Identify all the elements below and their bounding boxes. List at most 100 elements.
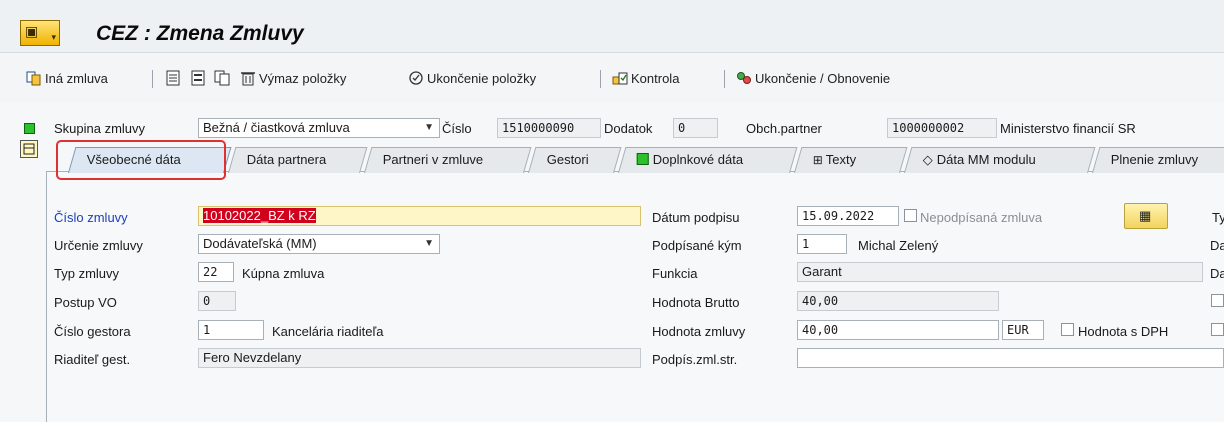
toolbar-separator (152, 70, 153, 88)
tab-label: Plnenie zmluvy (1110, 152, 1199, 167)
other-contract-button[interactable]: Iná zmluva (26, 68, 108, 88)
value-label: Hodnota zmluvy (652, 324, 746, 339)
switch-document-icon (26, 70, 42, 86)
tab-label: Doplnkové dáta (652, 152, 744, 167)
partner-id-field[interactable]: 1000000002 (887, 118, 997, 138)
tab-gestors[interactable]: Gestori (528, 147, 622, 173)
copy-item-button[interactable] (214, 68, 233, 88)
partner-name: Ministerstvo financií SR (1000, 121, 1136, 136)
addendum-field[interactable]: 0 (673, 118, 718, 138)
unsigned-label: Nepodpísaná zmluva (920, 210, 1043, 225)
signer-field[interactable] (797, 348, 1224, 368)
tab-additional-data[interactable]: Doplnkové dáta (618, 147, 798, 173)
title-bar: ▣ ▾ CEZ : Zmena Zmluvy (0, 0, 1224, 53)
renew-icon (736, 70, 752, 86)
chevron-down-icon: ▼ (424, 238, 434, 249)
contract-no-value: 10102022_BZ k RZ (203, 208, 316, 223)
tab-label: Partneri v zmluve (382, 152, 484, 167)
end-renew-label: Ukončenie / Obnovenie (755, 70, 891, 86)
calendar-icon: ▦ (1139, 208, 1152, 223)
purpose-label: Určenie zmluvy (54, 238, 143, 253)
function-field[interactable]: Garant (797, 262, 1203, 282)
partner-label: Obch.partner (746, 121, 822, 136)
group-label: Skupina zmluvy (54, 121, 146, 136)
procedure-label: Postup VO (54, 295, 117, 310)
unsigned-checkbox[interactable] (904, 209, 917, 222)
delete-item-label: Výmaz položky (259, 70, 347, 86)
sign-date-label: Dátum podpisu (652, 210, 740, 225)
number-label: Číslo (442, 121, 472, 136)
check-icon (612, 70, 628, 86)
gross-field[interactable]: 40,00 (797, 291, 999, 311)
page-title: CEZ : Zmena Zmluvy (96, 22, 304, 45)
cut-label-ty: Ty (1212, 210, 1224, 225)
contract-no-label: Číslo zmluvy (54, 210, 128, 225)
purpose-dropdown[interactable]: Dodávateľská (MM) ▼ (198, 234, 440, 254)
end-item-button[interactable]: Ukončenie položky (408, 68, 536, 88)
highlight-frame (56, 140, 226, 180)
tab-mm-module-data[interactable]: ◇ Dáta MM modulu (904, 147, 1096, 173)
green-led-icon (636, 153, 649, 165)
status-led-icon (24, 123, 35, 134)
check-button[interactable]: Kontrola (612, 68, 679, 88)
signed-by-label: Podpísané kým (652, 238, 742, 253)
addendum-label: Dodatok (604, 121, 653, 136)
cut-label-da-1: Da (1210, 238, 1224, 253)
type-text: Kúpna zmluva (242, 266, 325, 281)
sign-date-field[interactable]: 15.09.2022 (797, 206, 899, 226)
cut-label-da-2: Da (1210, 266, 1224, 281)
contract-no-field[interactable]: 10102022_BZ k RZ (198, 206, 641, 226)
currency-field[interactable]: EUR (1002, 320, 1044, 340)
tab-partners-in-contract[interactable]: Partneri v zmluve (364, 147, 532, 173)
procedure-field[interactable]: 0 (198, 291, 236, 311)
tab-contract-fulfillment[interactable]: Plnenie zmluvy (1092, 147, 1224, 173)
application-toolbar: Iná zmluva Výmaz položky Ukončenie polož… (0, 53, 1224, 103)
function-label: Funkcia (652, 266, 698, 281)
other-contract-label: Iná zmluva (45, 70, 108, 86)
tab-label: Gestori (546, 152, 589, 167)
chevron-down-icon: ▼ (424, 122, 434, 133)
calendar-button[interactable]: ▦ (1124, 203, 1168, 229)
type-label: Typ zmluvy (54, 266, 120, 281)
trash-icon (240, 70, 256, 86)
end-renew-button[interactable]: Ukončenie / Obnovenie (736, 68, 890, 88)
second-item-button[interactable] (190, 68, 209, 88)
type-code-field[interactable]: 22 (198, 262, 234, 282)
text-edit-icon: ⊞ (812, 153, 823, 167)
group-dropdown[interactable]: Bežná / čiastková zmluva ▼ (198, 118, 440, 138)
purpose-value: Dodávateľská (MM) (203, 236, 317, 251)
gestor-no-text: Kancelária riaditeľa (272, 324, 384, 339)
tab-label: Texty (825, 152, 857, 167)
first-item-button[interactable] (165, 68, 184, 88)
check-label: Kontrola (631, 70, 680, 86)
option-checkbox-1[interactable] (1211, 294, 1224, 307)
number-field[interactable]: 1510000090 (497, 118, 601, 138)
gross-label: Hodnota Brutto (652, 295, 740, 310)
gestor-no-field[interactable]: 1 (198, 320, 264, 340)
tab-partner-data[interactable]: Dáta partnera (228, 147, 368, 173)
copy-icon (214, 70, 230, 86)
tab-label: Dáta partnera (246, 152, 327, 167)
delete-item-button[interactable]: Výmaz položky (240, 68, 346, 88)
tab-texts[interactable]: ⊞ Texty (794, 147, 908, 173)
diamond-icon: ◇ (922, 152, 933, 167)
group-value: Bežná / čiastková zmluva (203, 120, 350, 135)
vat-label: Hodnota s DPH (1078, 324, 1169, 339)
toolbar-separator (600, 70, 601, 88)
end-icon (408, 70, 424, 86)
gestor-director-field[interactable]: Fero Nevzdelany (198, 348, 641, 368)
document-icon (165, 70, 181, 86)
gestor-director-label: Riaditeľ gest. (54, 352, 131, 367)
document-lines-icon (190, 70, 206, 86)
toolbar-separator (724, 70, 725, 88)
end-item-label: Ukončenie položky (427, 70, 537, 86)
menu-icon[interactable]: ▣ ▾ (20, 20, 60, 46)
signed-by-code-field[interactable]: 1 (797, 234, 847, 254)
value-field[interactable]: 40,00 (797, 320, 999, 340)
vat-checkbox[interactable] (1061, 323, 1074, 336)
signer-label: Podpís.zml.str. (652, 352, 738, 367)
option-checkbox-2[interactable] (1211, 323, 1224, 336)
gestor-no-label: Číslo gestora (54, 324, 131, 339)
tab-label: Dáta MM modulu (936, 152, 1036, 167)
expand-header-icon[interactable] (20, 140, 38, 158)
